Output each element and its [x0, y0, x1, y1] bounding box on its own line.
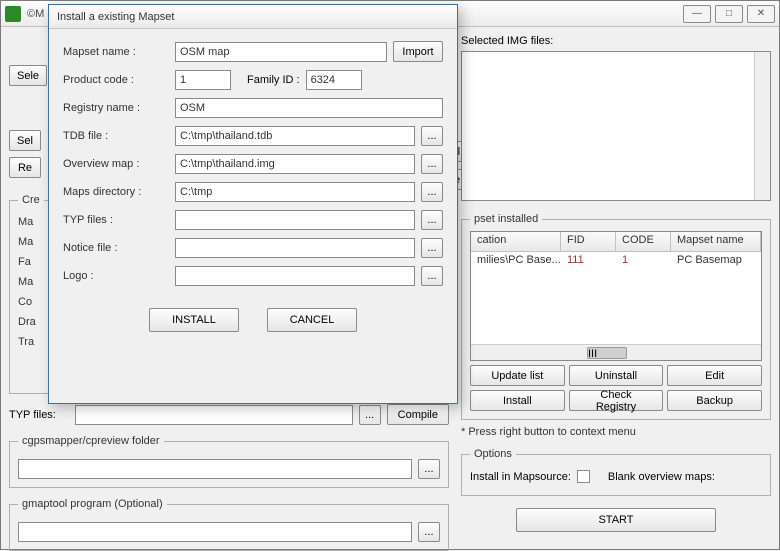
re-truncated-button[interactable]: Re [9, 157, 41, 178]
install-mapsource-label: Install in Mapsource: [470, 471, 571, 483]
right-column: Selected IMG files: pset installed catio… [461, 35, 771, 532]
cancel-button[interactable]: CANCEL [267, 308, 357, 332]
logo-input[interactable] [175, 266, 415, 286]
maps-dir-browse-button[interactable]: ... [421, 182, 443, 202]
tdb-file-browse-button[interactable]: ... [421, 126, 443, 146]
logo-label: Logo : [63, 270, 169, 282]
cgpsmapper-path-input[interactable] [18, 459, 412, 479]
typ-files-modal-browse-button[interactable]: ... [421, 210, 443, 230]
select-truncated-button[interactable]: Sele [9, 65, 47, 86]
th-code[interactable]: CODE [616, 232, 671, 251]
edit-button[interactable]: Edit [667, 365, 762, 386]
notice-file-label: Notice file : [63, 242, 169, 254]
install-mapset-dialog: Install a existing Mapset Mapset name : … [48, 4, 458, 404]
th-mapset-name[interactable]: Mapset name [671, 232, 761, 251]
typ-files-label: TYP files: [9, 409, 69, 421]
table-scroll-thumb[interactable]: III [587, 347, 627, 359]
maximize-button[interactable]: □ [715, 5, 743, 23]
product-code-input[interactable] [175, 70, 231, 90]
mapset-button-grid: Update list Uninstall Edit Install Check… [470, 365, 762, 411]
install-mapsource-checkbox[interactable] [577, 470, 590, 483]
mapset-name-label: Mapset name : [63, 46, 169, 58]
overview-map-input[interactable] [175, 154, 415, 174]
blank-overview-label: Blank overview maps: [608, 471, 715, 483]
registry-name-label: Registry name : [63, 102, 169, 114]
mapset-name-input[interactable] [175, 42, 387, 62]
notice-file-input[interactable] [175, 238, 415, 258]
context-menu-hint: * Press right button to context menu [461, 426, 771, 438]
maps-dir-label: Maps directory : [63, 186, 169, 198]
cgpsmapper-legend: cgpsmapper/cpreview folder [18, 435, 164, 447]
cgpsmapper-browse-button[interactable]: ... [418, 459, 440, 479]
gmaptool-path-input[interactable] [18, 522, 412, 542]
selected-img-listbox[interactable] [461, 51, 771, 201]
create-legend-truncated: Cre [18, 194, 44, 206]
selected-img-label: Selected IMG files: [461, 35, 771, 47]
start-button[interactable]: START [516, 508, 716, 532]
th-location[interactable]: cation [471, 232, 561, 251]
typ-files-browse-button[interactable]: ... [359, 405, 381, 425]
install-confirm-button[interactable]: INSTALL [149, 308, 239, 332]
selected-img-scrollbar[interactable] [754, 52, 770, 200]
import-button[interactable]: Import [393, 41, 443, 62]
family-id-input[interactable] [306, 70, 362, 90]
typ-files-input[interactable] [75, 405, 353, 425]
app-icon [5, 6, 21, 22]
uninstall-button[interactable]: Uninstall [569, 365, 664, 386]
td-fid: 111 [561, 252, 616, 272]
mapset-installed-legend: pset installed [470, 213, 542, 225]
td-code: 1 [616, 252, 671, 272]
registry-name-input[interactable] [175, 98, 443, 118]
options-fieldset: Options Install in Mapsource: Blank over… [461, 448, 771, 496]
tdb-file-label: TDB file : [63, 130, 169, 142]
product-code-label: Product code : [63, 74, 169, 86]
cgpsmapper-fieldset: cgpsmapper/cpreview folder ... [9, 435, 449, 488]
typ-files-modal-input[interactable] [175, 210, 415, 230]
maps-dir-input[interactable] [175, 182, 415, 202]
gmaptool-fieldset: gmaptool program (Optional) ... [9, 498, 449, 551]
close-button[interactable]: ✕ [747, 5, 775, 23]
td-mapset-name: PC Basemap [671, 252, 761, 272]
td-location: milies\PC Base... [471, 252, 561, 272]
dialog-title: Install a existing Mapset [57, 11, 174, 23]
install-registry-button[interactable]: Install [470, 390, 565, 411]
tdb-file-input[interactable] [175, 126, 415, 146]
minimize-button[interactable]: — [683, 5, 711, 23]
sel-truncated-button[interactable]: Sel [9, 130, 41, 151]
table-h-scrollbar[interactable]: III [471, 344, 761, 360]
family-id-label: Family ID : [247, 74, 300, 86]
typ-files-modal-label: TYP files : [63, 214, 169, 226]
table-row[interactable]: milies\PC Base... 111 1 PC Basemap [471, 252, 761, 272]
gmaptool-browse-button[interactable]: ... [418, 522, 440, 542]
th-fid[interactable]: FID [561, 232, 616, 251]
compile-button[interactable]: Compile [387, 404, 449, 425]
overview-map-label: Overview map : [63, 158, 169, 170]
gmaptool-legend: gmaptool program (Optional) [18, 498, 167, 510]
backup-button[interactable]: Backup [667, 390, 762, 411]
options-legend: Options [470, 448, 516, 460]
dialog-body: Mapset name : Import Product code : Fami… [49, 29, 457, 344]
table-header: cation FID CODE Mapset name [471, 232, 761, 252]
check-registry-button[interactable]: Check Registry [569, 390, 664, 411]
notice-file-browse-button[interactable]: ... [421, 238, 443, 258]
dialog-titlebar[interactable]: Install a existing Mapset [49, 5, 457, 29]
overview-map-browse-button[interactable]: ... [421, 154, 443, 174]
logo-browse-button[interactable]: ... [421, 266, 443, 286]
update-list-button[interactable]: Update list [470, 365, 565, 386]
mapset-installed-fieldset: pset installed cation FID CODE Mapset na… [461, 213, 771, 420]
mapset-table[interactable]: cation FID CODE Mapset name milies\PC Ba… [470, 231, 762, 361]
